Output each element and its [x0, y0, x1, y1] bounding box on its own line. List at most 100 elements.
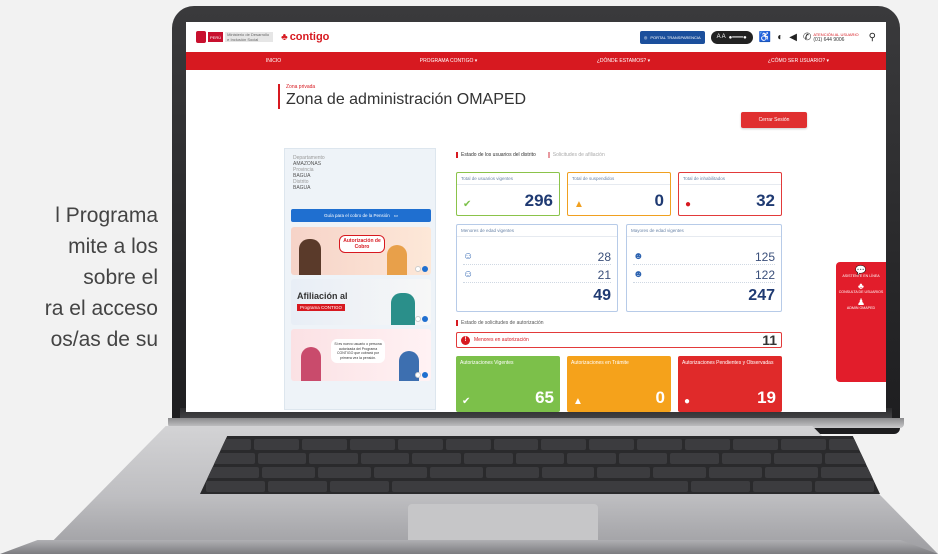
- paragraph-line: sobre el: [83, 266, 158, 289]
- trackpad: [408, 504, 598, 544]
- guide-button[interactable]: Guía para el cobro de la Pensión ▭: [291, 209, 431, 222]
- banner-icons: [415, 316, 428, 322]
- tab-estado-usuarios[interactable]: Estado de los usuarios del distrito: [456, 152, 536, 158]
- zone-header: Zona privada Zona de administración OMAP…: [278, 84, 526, 109]
- menores-autorizacion-label: Menores en autorización: [474, 337, 529, 343]
- menores-autorizacion-value: 11: [762, 332, 777, 348]
- card-title: Menores de edad vigentes: [457, 225, 617, 237]
- menores-autorizacion-bar[interactable]: ! Menores en autorización 11: [456, 332, 782, 348]
- banner-autorizacion[interactable]: Autorización de Cobro: [291, 227, 431, 275]
- header-tools: ◎ PORTAL TRANSPARENCIA A A ●━━━● ♿ ◐ ◀ ✆…: [639, 30, 876, 44]
- font-size-label: A A: [716, 34, 726, 40]
- gov-red-label: PERÚ: [208, 32, 224, 42]
- users-icon: ♣: [858, 281, 864, 291]
- adults-total: 247: [748, 287, 775, 304]
- card-autorizaciones-pendientes[interactable]: Autorizaciones Pendientes y Observadas ●…: [678, 356, 782, 412]
- minors-male-value: 28: [597, 249, 611, 264]
- person-illustration: [387, 245, 407, 275]
- tab-solicitudes-afiliacion[interactable]: Solicitudes de afiliación: [547, 152, 605, 158]
- female-child-icon: ☺: [463, 269, 474, 280]
- admin-omaped-button[interactable]: ♟ ADMIN OMAPED: [836, 297, 886, 310]
- play-icon: [422, 316, 428, 322]
- nav-donde[interactable]: ¿DÓNDE ESTAMOS? ▾: [536, 58, 711, 64]
- nav-inicio[interactable]: INICIO: [186, 58, 361, 64]
- card-title: Mayores de edad vigentes: [627, 225, 781, 237]
- card-value: 65: [535, 388, 554, 407]
- hand-icon: [415, 372, 421, 378]
- person-wheelchair-illustration: [299, 239, 321, 275]
- card-mayores-vigentes[interactable]: Mayores de edad vigentes ☻ 125 ☻ 122 247: [626, 224, 782, 312]
- adults-row-female: ☻ 122: [633, 267, 775, 283]
- laptop-screen: PERÚ Ministerio de Desarrollo e Inclusió…: [186, 22, 886, 412]
- nav-programa[interactable]: PROGRAMA CONTIGO ▾: [361, 58, 536, 64]
- speaker-icon[interactable]: ◀: [789, 32, 797, 43]
- accessibility-icon[interactable]: ♿: [759, 32, 771, 43]
- alert-icon: !: [461, 335, 470, 345]
- alert-icon: ●: [684, 396, 691, 407]
- portal-label: PORTAL TRANSPARENCIA: [650, 34, 701, 40]
- banner-icons: [415, 372, 428, 378]
- brand-name: contigo: [289, 31, 330, 43]
- card-usuarios-vigentes[interactable]: Total de usuarios vigentes ✔ 296: [456, 172, 560, 216]
- globe-icon: ◎: [643, 34, 648, 40]
- card-suspendidos[interactable]: Total de suspendidos ▲ 0: [567, 172, 671, 216]
- warning-icon: ▲: [573, 396, 583, 407]
- font-size-slider[interactable]: A A ●━━━●: [710, 30, 753, 44]
- admin-icon: ♟: [856, 297, 866, 307]
- asistente-en-linea-button[interactable]: 💬 ASISTENTE EN LÍNEA: [836, 266, 886, 278]
- banner-afiliacion[interactable]: Afiliación al Programa CONTIGO: [291, 279, 431, 325]
- solicitudes-title: Estado de solicitudes de autorización: [456, 320, 544, 326]
- card-inhabilitados[interactable]: Total de inhabilitados ● 32: [678, 172, 782, 216]
- zone-subtitle: Zona privada: [286, 84, 316, 90]
- search-icon[interactable]: ⚲: [869, 32, 876, 43]
- district-value: BAGUA: [293, 185, 311, 191]
- check-icon: ✔: [462, 396, 471, 407]
- admin-label: ADMIN OMAPED: [846, 305, 876, 310]
- paragraph-line: mite a los: [68, 235, 158, 258]
- guide-label: Guía para el cobro de la Pensión: [323, 213, 390, 218]
- minors-total: 49: [593, 287, 611, 304]
- card-value: 0: [654, 191, 664, 210]
- card-autorizaciones-vigentes[interactable]: Autorizaciones Vigentes ✔ 65: [456, 356, 560, 412]
- play-icon: [422, 266, 428, 272]
- card-label: Autorizaciones en Trámite: [571, 360, 629, 366]
- consulta-usuarios-button[interactable]: ♣ CONSULTA DE USUARIOS: [836, 281, 886, 294]
- portal-transparencia-button[interactable]: ◎ PORTAL TRANSPARENCIA: [639, 30, 705, 44]
- hand-icon: [415, 266, 421, 272]
- main-nav: INICIO PROGRAMA CONTIGO ▾ ¿DÓNDE ESTAMOS…: [186, 52, 886, 70]
- left-paragraph: l Programa mite a los sobre el ra el acc…: [0, 200, 158, 355]
- card-value: 19: [757, 388, 776, 407]
- phone-number: (01) 644 9006: [813, 36, 845, 43]
- government-logo[interactable]: PERÚ Ministerio de Desarrollo e Inclusió…: [196, 30, 274, 44]
- people-icon: ♣: [281, 31, 288, 43]
- gov-ministry-label: Ministerio de Desarrollo e Inclusión Soc…: [225, 32, 274, 42]
- banner-nuevo-usuario[interactable]: Si es nuevo usuario o persona autorizada…: [291, 329, 431, 381]
- alert-icon: ●: [685, 199, 692, 210]
- contrast-icon[interactable]: ◐: [777, 32, 783, 43]
- card-autorizaciones-tramite[interactable]: Autorizaciones en Trámite ▲ 0: [567, 356, 671, 412]
- location-info: Departamento AMAZONAS Provincia BAGUA Di…: [285, 149, 435, 197]
- family-illustration: [391, 293, 415, 325]
- page-title: Zona de administración OMAPED: [286, 91, 527, 108]
- adults-row-male: ☻ 125: [633, 249, 775, 265]
- logout-button[interactable]: Cerrar Sesión: [741, 112, 807, 128]
- play-icon: [422, 372, 428, 378]
- warning-icon: ▲: [574, 199, 584, 210]
- minors-row-female: ☺ 21: [463, 267, 611, 283]
- male-adult-icon: ☻: [633, 251, 644, 262]
- male-child-icon: ☺: [463, 251, 474, 262]
- nav-como[interactable]: ¿CÓMO SER USUARIO? ▾: [711, 58, 886, 64]
- phone-label: ATENCIÓN AL USUARIO: [813, 31, 859, 37]
- shield-icon: [196, 31, 206, 43]
- minors-row-male: ☺ 28: [463, 249, 611, 265]
- contigo-logo[interactable]: ♣ contigo: [281, 31, 329, 43]
- phone-support[interactable]: ✆ ATENCIÓN AL USUARIO (01) 644 9006: [803, 32, 859, 43]
- banner-nuevo-usuario-text: Si es nuevo usuario o persona autorizada…: [331, 339, 385, 363]
- card-menores-vigentes[interactable]: Menores de edad vigentes ☺ 28 ☺ 21 49: [456, 224, 618, 312]
- adults-male-value: 125: [754, 249, 775, 264]
- card-value: 296: [524, 191, 553, 210]
- banner-icons: [415, 266, 428, 272]
- asistente-label: ASISTENTE EN LÍNEA: [842, 273, 880, 278]
- laptop-front-edge: [0, 540, 938, 554]
- book-icon: ▭: [393, 212, 399, 218]
